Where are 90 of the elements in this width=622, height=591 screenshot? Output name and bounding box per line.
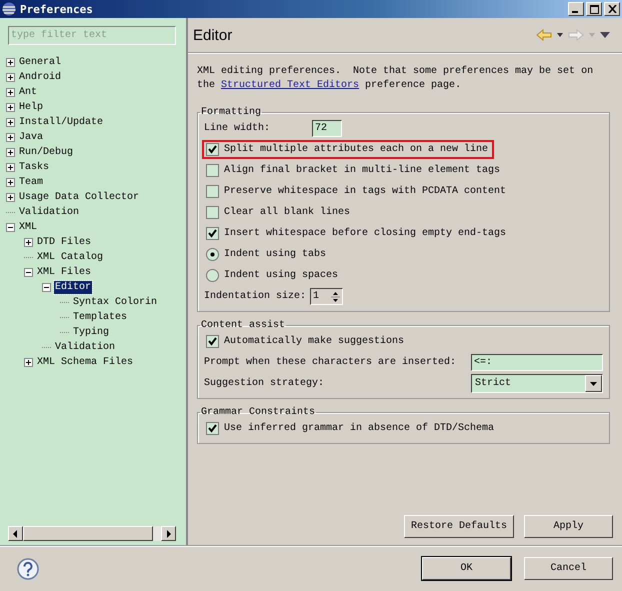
filter-field[interactable]: type filter text bbox=[8, 26, 176, 45]
expand-icon[interactable] bbox=[6, 133, 15, 142]
checkbox-option[interactable]: Use inferred grammar in absence of DTD/Schema bbox=[202, 419, 500, 438]
expand-icon[interactable] bbox=[6, 163, 15, 172]
tree-item[interactable]: Templates bbox=[72, 311, 128, 324]
collapse-icon[interactable] bbox=[24, 268, 33, 277]
tree-item[interactable]: Usage Data Collector bbox=[18, 191, 140, 204]
group-title: Grammar Constraints bbox=[200, 407, 316, 418]
tree-item[interactable]: Editor bbox=[54, 281, 92, 294]
tree-item[interactable]: Ant bbox=[18, 86, 38, 99]
description-text: XML editing preferences. Note that some preferences may be set on the Structured Text Editors preference page. bbox=[197, 65, 594, 93]
expand-icon[interactable] bbox=[6, 73, 15, 82]
tree-item[interactable]: Run/Debug bbox=[18, 146, 74, 159]
strategy-dropdown[interactable]: Strict bbox=[471, 374, 603, 393]
checkbox[interactable] bbox=[206, 206, 219, 219]
tree-item[interactable]: Team bbox=[18, 176, 44, 189]
field-label: Prompt when these characters are inserted: bbox=[204, 357, 458, 368]
tree-item[interactable]: Install/Update bbox=[18, 116, 104, 129]
expand-icon[interactable] bbox=[6, 193, 15, 202]
tree-item[interactable]: Validation bbox=[54, 341, 116, 354]
highlighted-option[interactable]: Split multiple attributes each on a new line bbox=[202, 140, 494, 159]
field-label: Indentation size: bbox=[204, 291, 306, 302]
page-button[interactable]: Restore Defaults bbox=[404, 515, 514, 538]
tree-item[interactable]: Typing bbox=[72, 326, 110, 339]
tree-item[interactable]: DTD Files bbox=[36, 236, 92, 249]
field-label: Suggestion strategy: bbox=[204, 378, 326, 389]
checkbox[interactable] bbox=[206, 422, 219, 435]
tree-item[interactable]: General bbox=[18, 56, 62, 69]
expand-icon[interactable] bbox=[24, 238, 33, 247]
page-button[interactable]: Apply bbox=[524, 515, 613, 538]
close-button[interactable] bbox=[604, 2, 620, 16]
checkbox-option[interactable]: Align final bracket in multi-line element tags bbox=[202, 161, 506, 180]
collapse-icon[interactable] bbox=[42, 283, 51, 292]
tree-item[interactable]: XML Schema Files bbox=[36, 356, 134, 369]
dropdown-caret-icon bbox=[589, 33, 595, 37]
checkbox[interactable] bbox=[206, 335, 219, 348]
globe-icon bbox=[2, 2, 16, 16]
group-title: Content assist bbox=[200, 320, 286, 331]
window-title: Preferences bbox=[20, 2, 93, 16]
help-icon[interactable] bbox=[17, 558, 39, 580]
dialog-button[interactable]: OK bbox=[422, 557, 511, 580]
tree-item[interactable]: Android bbox=[18, 71, 62, 84]
radio-button[interactable] bbox=[206, 269, 219, 282]
expand-icon[interactable] bbox=[6, 148, 15, 157]
radio-option[interactable]: Indent using tabs bbox=[202, 245, 332, 264]
checkbox[interactable] bbox=[206, 227, 219, 240]
structured-text-editors-link[interactable]: Structured Text Editors bbox=[221, 80, 360, 91]
expand-icon[interactable] bbox=[6, 178, 15, 187]
tree-item[interactable]: Validation bbox=[18, 206, 80, 219]
dropdown-caret-icon bbox=[590, 382, 597, 386]
tree-item[interactable]: XML Files bbox=[36, 266, 92, 279]
horizontal-scrollbar[interactable] bbox=[8, 526, 176, 541]
expand-icon[interactable] bbox=[24, 358, 33, 367]
line-width-field[interactable]: 72 bbox=[312, 120, 342, 137]
dropdown-caret-icon[interactable] bbox=[557, 33, 563, 37]
collapse-icon[interactable] bbox=[6, 223, 15, 232]
tree-item[interactable]: Help bbox=[18, 101, 44, 114]
spinner-field[interactable]: 1 bbox=[310, 288, 344, 305]
expand-icon[interactable] bbox=[6, 58, 15, 67]
right-arrow-icon bbox=[166, 530, 171, 538]
expand-icon[interactable] bbox=[6, 103, 15, 112]
radio-button[interactable] bbox=[206, 248, 219, 261]
close-icon bbox=[608, 5, 616, 13]
field-label: Line width: bbox=[204, 123, 272, 134]
tree-item[interactable]: Syntax Colorin bbox=[72, 296, 158, 309]
text-field[interactable]: <=: bbox=[471, 354, 603, 371]
tree-item[interactable]: Tasks bbox=[18, 161, 50, 174]
spin-arrows-icon[interactable] bbox=[331, 290, 340, 304]
checkbox-option[interactable]: Preserve whitespace in tags with PCDATA content bbox=[202, 182, 512, 201]
checkbox-option[interactable]: Automatically make suggestions bbox=[202, 332, 410, 351]
checkbox-option[interactable]: Insert whitespace before closing empty end-tags bbox=[202, 224, 512, 243]
dialog-button[interactable]: Cancel bbox=[524, 557, 613, 580]
maximize-button[interactable] bbox=[586, 2, 602, 16]
forward-arrow-icon bbox=[568, 29, 584, 41]
tree-item[interactable]: XML Catalog bbox=[36, 251, 104, 264]
checkbox[interactable] bbox=[206, 164, 219, 177]
checkbox-option[interactable]: Clear all blank lines bbox=[202, 203, 356, 222]
view-menu-icon[interactable] bbox=[600, 32, 610, 38]
tree-item[interactable]: XML bbox=[18, 221, 38, 234]
expand-icon[interactable] bbox=[6, 88, 15, 97]
checkbox[interactable] bbox=[206, 143, 219, 156]
maximize-icon bbox=[590, 4, 598, 14]
page-title: Editor bbox=[193, 26, 232, 44]
expand-icon[interactable] bbox=[6, 118, 15, 127]
checkbox[interactable] bbox=[206, 185, 219, 198]
group-title: Formatting bbox=[200, 107, 262, 118]
minimize-button[interactable] bbox=[568, 2, 584, 16]
radio-option[interactable]: Indent using spaces bbox=[202, 266, 344, 285]
left-arrow-icon bbox=[13, 530, 18, 538]
tree-item[interactable]: Java bbox=[18, 131, 44, 144]
